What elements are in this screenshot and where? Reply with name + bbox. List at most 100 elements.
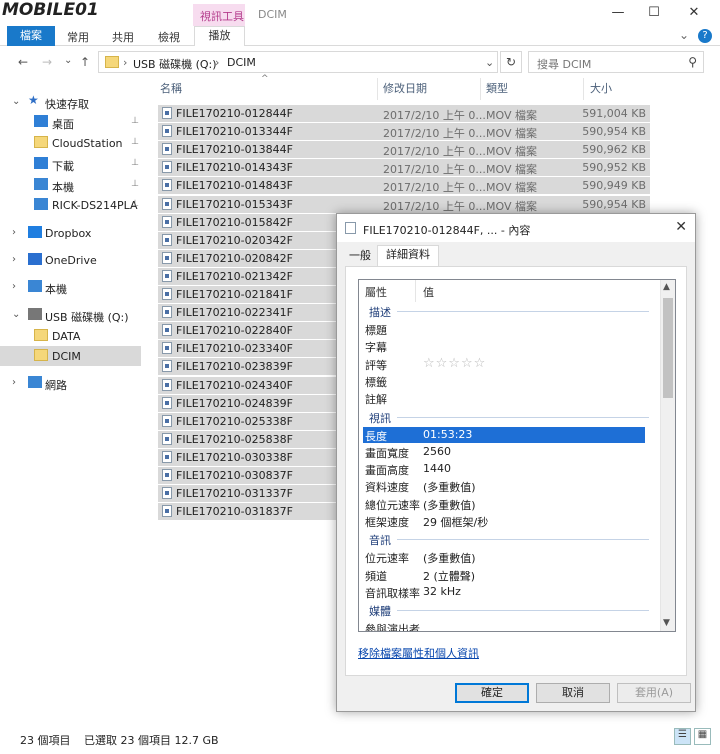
chevron-right-icon[interactable]: › <box>12 254 16 265</box>
rating-stars-icon[interactable]: ☆☆☆☆☆ <box>423 356 486 371</box>
sidebar-item[interactable]: 桌面 ⊥ <box>0 112 141 132</box>
file-row[interactable]: FILE170210-013844F 2017/2/10 上午 0... MOV 檔… <box>158 141 650 159</box>
property-name: 標題 <box>365 324 387 337</box>
up-button[interactable]: ↑ <box>80 55 90 69</box>
search-box[interactable]: 搜尋 DCIM ⚲ <box>528 51 704 73</box>
property-row[interactable]: 頻道 2 (立體聲) <box>363 567 645 583</box>
sidebar-item[interactable]: › 本機 <box>0 277 141 297</box>
property-row[interactable]: 位元速率 (多重數值) <box>363 549 645 565</box>
sidebar-item[interactable]: ⌄ ★ 快速存取 <box>0 92 141 112</box>
chevron-right-icon[interactable]: › <box>12 377 16 388</box>
property-row[interactable]: 音訊取樣率 32 kHz <box>363 584 645 600</box>
column-header-date[interactable]: 修改日期 <box>383 80 427 100</box>
property-row[interactable]: 畫面高度 1440 <box>363 461 645 477</box>
chevron-right-icon[interactable]: › <box>12 227 16 238</box>
ok-button[interactable]: 確定 <box>455 683 529 703</box>
sidebar-item[interactable]: DCIM <box>0 346 141 366</box>
tab-view[interactable]: 檢視 <box>158 29 180 45</box>
scroll-thumb[interactable] <box>663 298 673 398</box>
path-dropdown-icon[interactable]: ⌄ <box>485 56 494 69</box>
chevron-down-icon[interactable]: ⌄ <box>12 309 20 320</box>
sidebar-item[interactable]: › Dropbox <box>0 223 141 243</box>
details-view-icon[interactable]: ☰ <box>674 728 691 745</box>
path-segment-dcim[interactable]: DCIM <box>227 56 256 69</box>
search-input[interactable]: 搜尋 DCIM <box>537 56 591 72</box>
property-row[interactable]: 總位元速率 (多重數值) <box>363 496 645 512</box>
property-row[interactable]: 畫面寬度 2560 <box>363 444 645 460</box>
sidebar-item-label: CloudStation <box>52 137 123 150</box>
sidebar-item[interactable]: 下載 ⊥ <box>0 154 141 174</box>
scroll-up-icon[interactable]: ▲ <box>663 282 670 292</box>
sidebar-item[interactable]: ⌄ USB 磁碟機 (Q:) <box>0 305 141 325</box>
forward-button[interactable]: → <box>42 55 52 69</box>
tab-home[interactable]: 常用 <box>67 29 89 45</box>
property-row[interactable]: 標籤 <box>363 373 645 389</box>
minimize-button[interactable]: — <box>608 5 628 20</box>
remove-properties-link[interactable]: 移除檔案屬性和個人資訊 <box>358 645 479 661</box>
property-row[interactable]: 參與演出者 <box>363 620 645 631</box>
tab-share[interactable]: 共用 <box>112 29 134 45</box>
ribbon-expand-icon[interactable]: ⌄ <box>679 28 689 42</box>
chevron-down-icon[interactable]: ⌄ <box>12 96 20 107</box>
column-divider[interactable] <box>377 78 378 100</box>
file-row[interactable]: FILE170210-014843F 2017/2/10 上午 0... MOV 檔… <box>158 177 650 195</box>
path-separator[interactable]: › <box>123 56 127 69</box>
sidebar-item[interactable]: › 網路 <box>0 373 141 393</box>
sidebar-item[interactable]: RICK-DS214PLA ⊥ <box>0 195 141 215</box>
pin-icon[interactable]: ⊥ <box>131 199 139 209</box>
sidebar-item[interactable]: CloudStation ⊥ <box>0 133 141 153</box>
path-separator[interactable]: › <box>215 56 219 69</box>
property-row[interactable]: 評等 ☆☆☆☆☆ <box>363 356 645 372</box>
back-button[interactable]: ← <box>18 55 28 69</box>
column-header-name[interactable]: 名稱 <box>160 80 182 100</box>
tab-details[interactable]: 詳細資料 <box>377 245 439 267</box>
file-row[interactable]: FILE170210-013344F 2017/2/10 上午 0... MOV 檔… <box>158 123 650 141</box>
sidebar-item[interactable]: DATA <box>0 326 141 346</box>
value-column-header[interactable]: 值 <box>423 284 434 300</box>
pin-icon[interactable]: ⊥ <box>131 179 139 189</box>
video-file-icon <box>162 450 172 463</box>
scroll-down-icon[interactable]: ▼ <box>663 618 670 628</box>
tab-general[interactable]: 一般 <box>345 247 375 267</box>
column-divider[interactable] <box>583 78 584 100</box>
recent-locations-button[interactable]: ⌄ <box>64 55 72 66</box>
file-row[interactable]: FILE170210-012844F 2017/2/10 上午 0... MOV 檔… <box>158 105 650 122</box>
pin-icon[interactable]: ⊥ <box>131 137 139 147</box>
refresh-button[interactable]: ↻ <box>500 51 522 73</box>
large-icons-view-icon[interactable]: ▦ <box>694 728 711 745</box>
column-header-type[interactable]: 類型 <box>486 80 508 100</box>
address-bar[interactable]: › USB 磁碟機 (Q:) › DCIM ⌄ <box>98 51 498 73</box>
path-segment-drive[interactable]: USB 磁碟機 (Q:) <box>133 56 217 72</box>
maximize-button[interactable]: ☐ <box>644 5 664 20</box>
property-column-header[interactable]: 屬性 <box>365 284 387 300</box>
property-scrollbar[interactable]: ▲ ▼ <box>660 280 675 631</box>
chevron-right-icon[interactable]: › <box>12 281 16 292</box>
property-row[interactable]: 長度 01:53:23 <box>363 426 645 443</box>
file-row[interactable]: FILE170210-014343F 2017/2/10 上午 0... MOV 檔… <box>158 159 650 177</box>
close-button[interactable]: ✕ <box>684 5 704 20</box>
column-divider[interactable] <box>480 78 481 100</box>
tab-play[interactable]: 播放 <box>194 26 245 46</box>
property-row[interactable]: 資料速度 (多重數值) <box>363 478 645 494</box>
file-name: FILE170210-023839F <box>176 360 293 374</box>
pin-icon[interactable]: ⊥ <box>131 116 139 126</box>
help-icon[interactable]: ? <box>698 29 712 43</box>
column-divider[interactable] <box>415 280 416 302</box>
sidebar-item[interactable]: › OneDrive <box>0 250 141 270</box>
property-list[interactable]: 屬性 值 ▲ ▼ 描述 標題 字幕 評等 ☆☆☆☆☆ 標籤 註解 視訊 長度 01:53:23 畫面… <box>358 279 676 632</box>
column-header-size[interactable]: 大小 <box>590 80 612 100</box>
apply-button[interactable]: 套用(A) <box>617 683 691 703</box>
property-row[interactable]: 標題 <box>363 321 645 337</box>
dialog-close-button[interactable]: ✕ <box>675 219 687 235</box>
file-row[interactable]: FILE170210-015343F 2017/2/10 上午 0... MOV 檔… <box>158 195 650 213</box>
pin-icon[interactable]: ⊥ <box>131 158 139 168</box>
cancel-button[interactable]: 取消 <box>536 683 610 703</box>
property-row[interactable]: 框架速度 29 個框架/秒 <box>363 513 645 529</box>
tab-file[interactable]: 檔案 <box>7 26 55 46</box>
file-date: 2017/2/10 上午 0... <box>383 163 486 177</box>
sidebar-item[interactable]: 本機 ⊥ <box>0 175 141 195</box>
window-title: DCIM <box>258 8 287 21</box>
property-row[interactable]: 註解 <box>363 390 645 406</box>
file-name: FILE170210-022341F <box>176 306 293 320</box>
property-row[interactable]: 字幕 <box>363 338 645 354</box>
